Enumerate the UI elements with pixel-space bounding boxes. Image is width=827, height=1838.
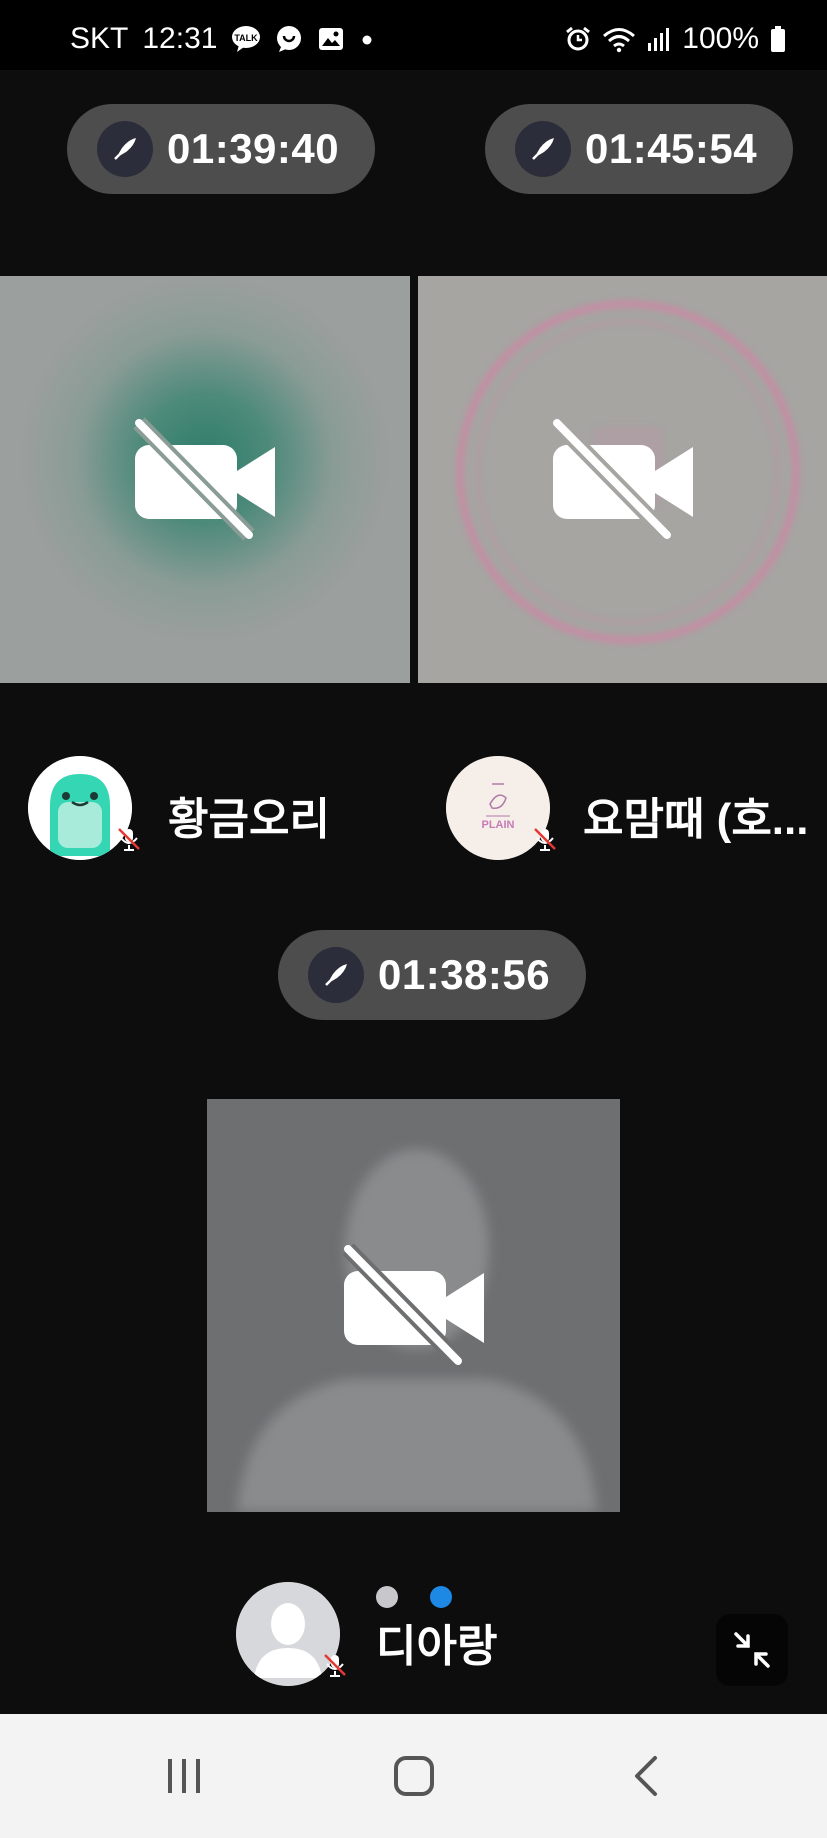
kakaotalk-icon: TALK bbox=[232, 26, 261, 52]
call-timer-pill: 01:45:54 bbox=[485, 104, 793, 194]
video-tile-participant-2[interactable] bbox=[418, 276, 827, 683]
recent-apps-button[interactable] bbox=[144, 1740, 224, 1812]
speaking-indicator bbox=[376, 1586, 456, 1608]
battery-percentage: 100% bbox=[682, 22, 759, 55]
collapse-icon bbox=[734, 1632, 770, 1668]
video-tile-participant-3[interactable] bbox=[207, 1099, 620, 1512]
avatar-logo-text: PLAIN bbox=[482, 819, 515, 831]
rocket-icon bbox=[515, 121, 571, 177]
speaking-dot-inactive bbox=[376, 1586, 398, 1608]
system-navigation-bar bbox=[0, 1714, 827, 1838]
call-timer-pill: 01:38:56 bbox=[278, 930, 586, 1020]
battery-icon bbox=[771, 26, 785, 52]
rocket-icon bbox=[308, 947, 364, 1003]
call-timer: 01:39:40 bbox=[167, 125, 340, 172]
carrier-label: SKT bbox=[70, 22, 129, 55]
minimize-call-button[interactable] bbox=[716, 1614, 788, 1686]
call-timer: 01:38:56 bbox=[378, 951, 551, 998]
status-bar: SKT 12:31 TALK 100% bbox=[0, 0, 827, 70]
alarm-icon bbox=[566, 26, 591, 51]
chat-bubble-icon bbox=[277, 26, 302, 52]
video-off-icon bbox=[334, 1239, 494, 1373]
mic-off-icon bbox=[324, 1654, 346, 1677]
status-bar-left: SKT 12:31 TALK bbox=[70, 22, 375, 56]
mic-off-icon bbox=[534, 828, 556, 851]
back-button[interactable] bbox=[606, 1740, 686, 1812]
call-timer-pill: 01:39:40 bbox=[67, 104, 375, 194]
call-timer: 01:45:54 bbox=[585, 125, 758, 172]
mic-off-icon bbox=[118, 828, 140, 851]
notification-dot-icon bbox=[362, 35, 372, 45]
talk-badge-label: TALK bbox=[235, 33, 259, 43]
video-tile-participant-1[interactable] bbox=[0, 276, 410, 683]
wifi-icon bbox=[603, 28, 636, 53]
participant-name: 요맘때 (호... bbox=[583, 795, 809, 844]
speaking-dot-active bbox=[430, 1586, 452, 1608]
rocket-icon bbox=[97, 121, 153, 177]
participant-name: 황금오리 bbox=[168, 795, 330, 844]
home-icon bbox=[394, 1756, 434, 1796]
gallery-icon bbox=[319, 28, 344, 50]
back-icon bbox=[635, 1756, 657, 1796]
participant-name: 디아랑 bbox=[376, 1622, 498, 1671]
video-off-icon bbox=[125, 413, 285, 547]
video-off-icon bbox=[543, 413, 703, 547]
signal-icon bbox=[648, 28, 670, 51]
recent-apps-icon bbox=[168, 1759, 200, 1793]
home-button[interactable] bbox=[374, 1740, 454, 1812]
clock: 12:31 bbox=[142, 22, 218, 55]
status-bar-right: 100% bbox=[564, 22, 787, 56]
